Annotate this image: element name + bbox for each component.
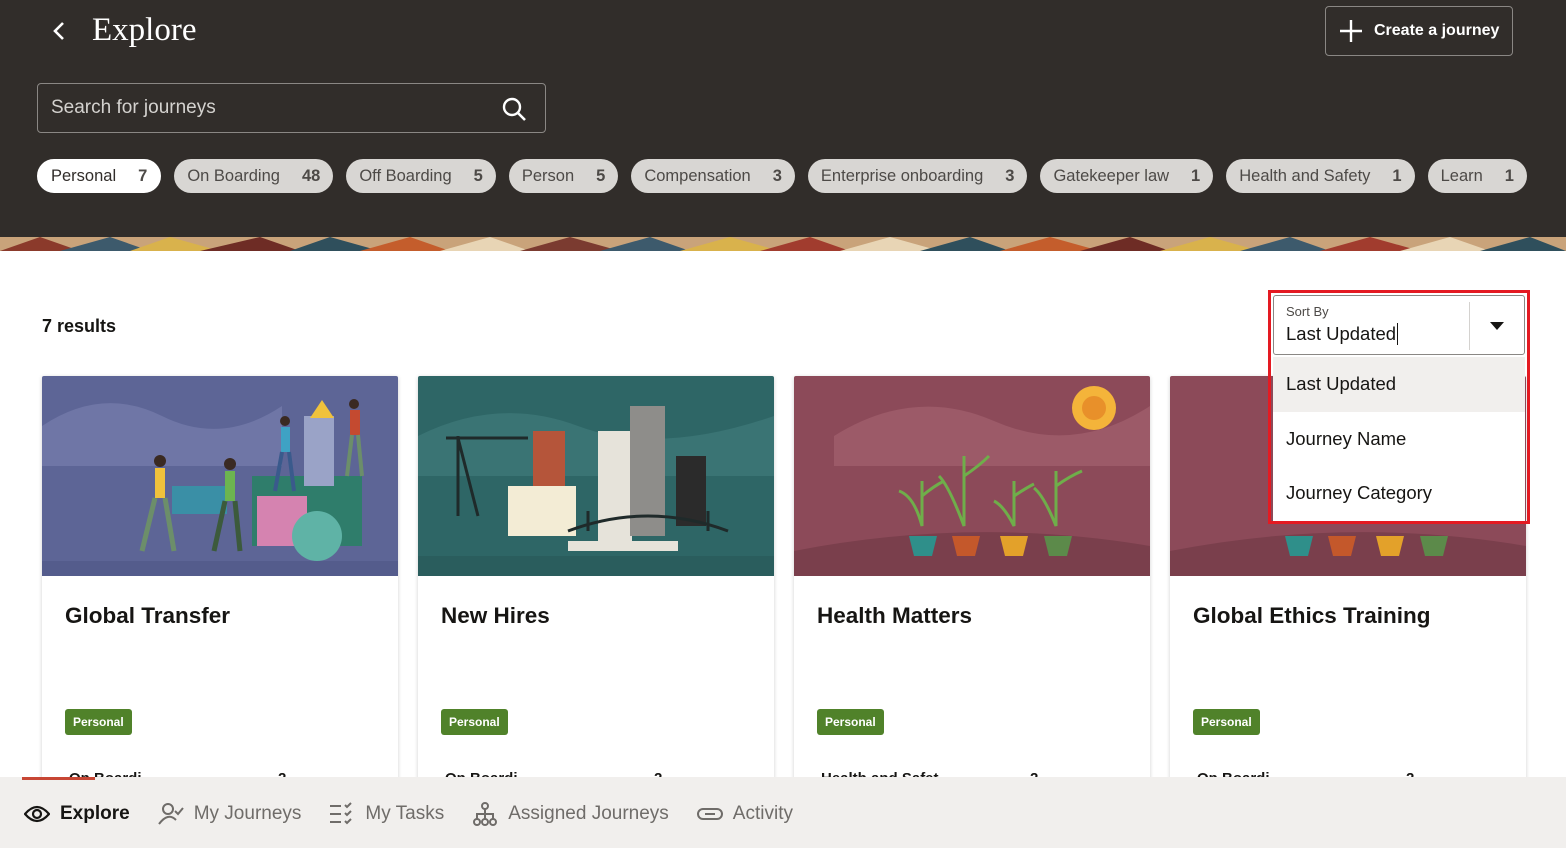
nav-my-journeys[interactable]: My Journeys [157, 801, 302, 827]
user-check-icon [157, 801, 184, 827]
filter-chip-learn[interactable]: Learn 1 [1427, 159, 1527, 193]
create-journey-label: Create a journey [1374, 22, 1500, 39]
sort-by-value[interactable]: Last Updated [1286, 323, 1399, 345]
filter-chip-personal[interactable]: Personal 7 [37, 159, 162, 193]
filter-chip-person[interactable]: Person 5 [508, 159, 619, 193]
nav-label: Assigned Journeys [508, 803, 669, 824]
card-illustration [794, 376, 1150, 576]
card-title: Health Matters [817, 603, 973, 628]
chip-count: 3 [772, 166, 782, 185]
card-title: Global Ethics Training [1193, 603, 1431, 628]
sort-option-last-updated[interactable]: Last Updated [1273, 357, 1525, 412]
active-tab-indicator [22, 777, 95, 780]
sort-by-label: Sort By [1286, 304, 1329, 319]
category-badge: Personal [1193, 709, 1260, 735]
chip-count: 5 [473, 166, 483, 185]
search-icon[interactable] [501, 96, 527, 122]
chip-count: 5 [596, 166, 606, 185]
card-title: New Hires [441, 603, 550, 628]
decorative-pattern-band [0, 237, 1566, 251]
card-illustration [42, 376, 398, 576]
journey-card[interactable]: Health Matters Personal Health and Safet… [794, 376, 1150, 796]
nav-label: My Tasks [365, 803, 445, 824]
chip-count: 1 [1191, 166, 1201, 185]
search-box [37, 83, 546, 133]
chip-label: Personal [51, 166, 117, 185]
chip-count: 1 [1504, 166, 1514, 185]
chip-label: Compensation [644, 166, 751, 185]
chevron-left-icon [53, 22, 64, 40]
sort-divider [1469, 302, 1470, 350]
back-button[interactable] [42, 14, 76, 48]
page-title: Explore [92, 12, 197, 48]
chip-count: 1 [1392, 166, 1402, 185]
chip-label: Person [521, 166, 575, 185]
sort-option-journey-name[interactable]: Journey Name [1273, 412, 1525, 467]
sort-option-journey-category[interactable]: Journey Category [1273, 466, 1525, 521]
hierarchy-icon [472, 801, 498, 827]
filter-chip-off-boarding[interactable]: Off Boarding 5 [346, 159, 496, 193]
page-header: Explore Create a journey Personal 7 On Bo… [0, 0, 1566, 237]
filter-chip-on-boarding[interactable]: On Boarding 48 [174, 159, 334, 193]
nav-explore[interactable]: Explore [24, 801, 130, 827]
chip-count: 7 [138, 166, 148, 185]
caret-down-icon[interactable] [1480, 312, 1514, 340]
chip-label: Learn [1440, 166, 1483, 185]
checklist-icon [329, 801, 355, 827]
sort-options-list: Last Updated Journey Name Journey Catego… [1273, 357, 1525, 521]
chip-count: 3 [1005, 166, 1015, 185]
nav-label: Explore [60, 803, 130, 824]
eye-icon [24, 801, 50, 827]
link-icon [696, 801, 723, 827]
plus-icon [1338, 18, 1364, 44]
journey-card[interactable]: New Hires Personal On Boardi... 2 [418, 376, 774, 796]
category-badge: Personal [65, 709, 132, 735]
filter-chip-compensation[interactable]: Compensation 3 [631, 159, 795, 193]
chip-label: Gatekeeper law [1053, 166, 1170, 185]
filter-chip-enterprise-onboarding[interactable]: Enterprise onboarding 3 [807, 159, 1028, 193]
filter-chip-health-and-safety[interactable]: Health and Safety 1 [1226, 159, 1415, 193]
nav-label: My Journeys [193, 803, 302, 824]
category-filters: Personal 7 On Boarding 48 Off Boarding 5 Pe… [37, 159, 1527, 193]
chip-label: Enterprise onboarding [820, 166, 984, 185]
filter-chip-gatekeeper-law[interactable]: Gatekeeper law 1 [1040, 159, 1214, 193]
chip-label: Off Boarding [359, 166, 452, 185]
results-count: 7 results [42, 316, 117, 336]
nav-activity[interactable]: Activity [696, 801, 793, 827]
chip-label: Health and Safety [1239, 166, 1371, 185]
search-input[interactable] [38, 84, 488, 132]
chip-count: 48 [301, 166, 321, 185]
create-journey-button[interactable]: Create a journey [1325, 6, 1513, 56]
category-badge: Personal [441, 709, 508, 735]
journey-card[interactable]: Global Transfer Personal On Boardi... 2 [42, 376, 398, 796]
chip-label: On Boarding [187, 166, 280, 185]
bottom-navigation: Explore My Journeys My Tasks Assigned Jo… [0, 777, 1566, 848]
sort-by-select[interactable]: Sort By Last Updated [1273, 295, 1525, 355]
card-title: Global Transfer [65, 603, 231, 628]
nav-label: Activity [732, 803, 793, 824]
nav-assigned-journeys[interactable]: Assigned Journeys [472, 801, 669, 827]
category-badge: Personal [817, 709, 884, 735]
nav-my-tasks[interactable]: My Tasks [329, 801, 444, 827]
card-illustration [418, 376, 774, 576]
